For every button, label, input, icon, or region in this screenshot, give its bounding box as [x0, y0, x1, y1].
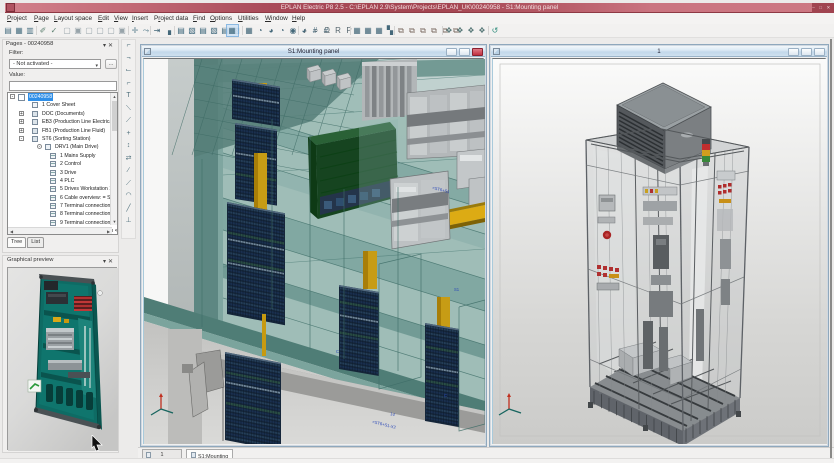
svg-text:S1: S1 [454, 287, 460, 292]
svg-text:C: C [336, 349, 339, 354]
svg-text:C: C [444, 393, 447, 398]
